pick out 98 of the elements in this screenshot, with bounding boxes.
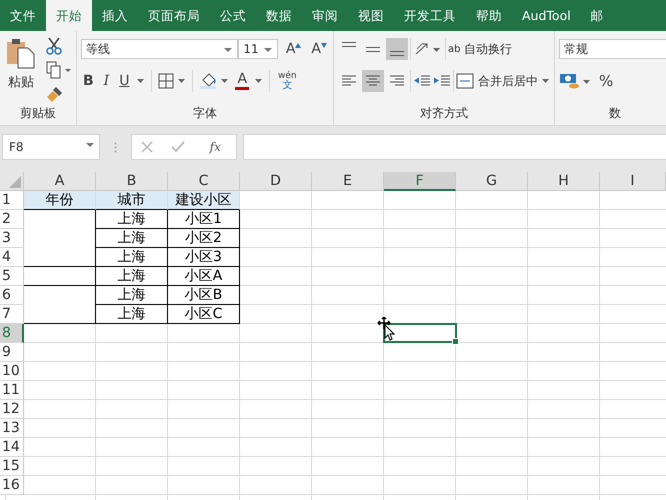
caret-icon <box>542 78 550 84</box>
row-header[interactable]: 14 <box>0 438 24 457</box>
number-format-field[interactable]: 常规 <box>559 39 666 59</box>
table-cell: 小区2 <box>168 229 240 248</box>
ribbon-tab[interactable]: 数据 <box>256 0 302 31</box>
vertical-align-button[interactable] <box>386 38 408 60</box>
row-header[interactable]: 2 <box>0 210 24 229</box>
ribbon-tab[interactable]: 公式 <box>210 0 256 31</box>
grow-font-button[interactable]: A <box>284 41 304 57</box>
paste-button[interactable]: 粘贴 <box>4 37 38 105</box>
group-label: 字体 <box>193 106 217 120</box>
ribbon-tab[interactable]: 审阅 <box>302 0 348 31</box>
percent-button[interactable]: % <box>597 72 616 90</box>
up-triangle-icon <box>295 43 302 48</box>
header-cell: 建设小区 <box>168 191 240 210</box>
table-cell: 小区A <box>168 267 240 286</box>
column-header[interactable]: I <box>600 172 666 191</box>
row-header[interactable]: 6 <box>0 286 24 305</box>
column-header[interactable]: H <box>528 172 600 191</box>
copy-icon[interactable] <box>46 61 72 79</box>
row-header[interactable]: 9 <box>0 343 24 362</box>
row-header[interactable]: 7 <box>0 305 24 324</box>
row-header[interactable]: 11 <box>0 381 24 400</box>
row-header[interactable]: 4 <box>0 248 24 267</box>
column-header[interactable]: A <box>24 172 96 191</box>
row-header[interactable]: 12 <box>0 400 24 419</box>
horizontal-align-icon <box>341 74 357 88</box>
header-cell: 城市 <box>96 191 168 210</box>
row-header[interactable]: 13 <box>0 419 24 438</box>
table-cell: 上海 <box>96 267 168 286</box>
table-cell: 小区1 <box>168 210 240 229</box>
group-label: 剪贴板 <box>20 106 56 120</box>
increase-indent-icon[interactable] <box>433 74 451 88</box>
table-cell: 小区B <box>168 286 240 305</box>
ribbon-tab[interactable]: 邮 <box>580 0 614 31</box>
group-label: 数 <box>609 106 621 120</box>
vertical-align-icon <box>366 46 380 52</box>
grip-icon <box>114 142 117 152</box>
underline-button[interactable]: U <box>117 73 132 89</box>
row-header[interactable]: 5 <box>0 267 24 286</box>
font-size-field[interactable]: 11 <box>238 39 278 59</box>
merge-center-button[interactable]: 合并后居中 <box>456 72 550 90</box>
column-header[interactable]: D <box>240 172 312 191</box>
name-box[interactable]: F8 <box>2 134 100 160</box>
table-cell: 小区C <box>168 305 240 324</box>
row-header[interactable]: 8 <box>0 324 24 343</box>
table-cell: 上海 <box>96 210 168 229</box>
formula-input[interactable] <box>243 134 666 160</box>
column-header[interactable]: G <box>456 172 528 191</box>
horizontal-align-icon <box>365 74 381 88</box>
down-triangle-icon <box>321 43 327 48</box>
fill-color-icon[interactable] <box>199 72 230 90</box>
horizontal-align-button[interactable] <box>362 70 384 92</box>
font-name-field[interactable]: 等线 <box>81 39 238 59</box>
column-header[interactable]: E <box>312 172 384 191</box>
horizontal-align-icon <box>389 74 405 88</box>
ribbon-tab[interactable]: 插入 <box>92 0 138 31</box>
ribbon-tab[interactable]: 开发工具 <box>394 0 466 31</box>
cut-icon[interactable] <box>46 37 62 55</box>
column-header[interactable]: B <box>96 172 168 191</box>
decrease-indent-icon[interactable] <box>413 74 431 88</box>
borders-icon[interactable] <box>158 73 186 89</box>
wrap-text-button[interactable]: ab 自动换行 <box>448 40 512 58</box>
column-header[interactable]: C <box>168 172 240 191</box>
insert-function-button[interactable]: fx <box>204 139 227 155</box>
bold-button[interactable]: B <box>81 73 96 89</box>
row-header[interactable]: 3 <box>0 229 24 248</box>
ribbon-tab[interactable]: AudTool <box>512 0 581 31</box>
row-header[interactable]: 15 <box>0 457 24 476</box>
check-icon[interactable] <box>171 141 186 153</box>
table-cell: 上海 <box>96 248 168 267</box>
column-header[interactable]: F <box>384 172 456 191</box>
clipboard-icon <box>6 37 36 69</box>
ribbon-tab[interactable]: 视图 <box>348 0 394 31</box>
table-cell: 小区3 <box>168 248 240 267</box>
group-label: 对齐方式 <box>420 106 468 120</box>
table-cell: 上海 <box>96 286 168 305</box>
phonetic-button[interactable]: wén 文 <box>276 71 299 91</box>
dropdown-icon[interactable] <box>137 78 146 84</box>
merge-icon <box>456 73 474 89</box>
header-cell: 年份 <box>24 191 96 210</box>
row-header[interactable]: 1 <box>0 191 24 210</box>
currency-icon[interactable] <box>559 72 591 90</box>
row-header[interactable]: 16 <box>0 476 24 495</box>
vertical-align-icon <box>342 42 356 47</box>
ribbon-tab[interactable]: 页面布局 <box>138 0 210 31</box>
ribbon-tab[interactable]: 开始 <box>46 0 92 31</box>
ribbon-tab[interactable]: 帮助 <box>466 0 512 31</box>
dropdown-icon[interactable] <box>255 78 264 84</box>
brush-icon[interactable] <box>46 85 64 103</box>
vertical-align-icon <box>390 51 404 56</box>
italic-button[interactable]: I <box>102 73 112 89</box>
table-cell: 上海 <box>96 229 168 248</box>
shrink-font-button[interactable]: A <box>309 41 329 57</box>
table-cell: 上海 <box>96 305 168 324</box>
row-header[interactable]: 10 <box>0 362 24 381</box>
ribbon-tab[interactable]: 文件 <box>0 0 46 31</box>
font-color-button[interactable]: A <box>235 72 250 90</box>
